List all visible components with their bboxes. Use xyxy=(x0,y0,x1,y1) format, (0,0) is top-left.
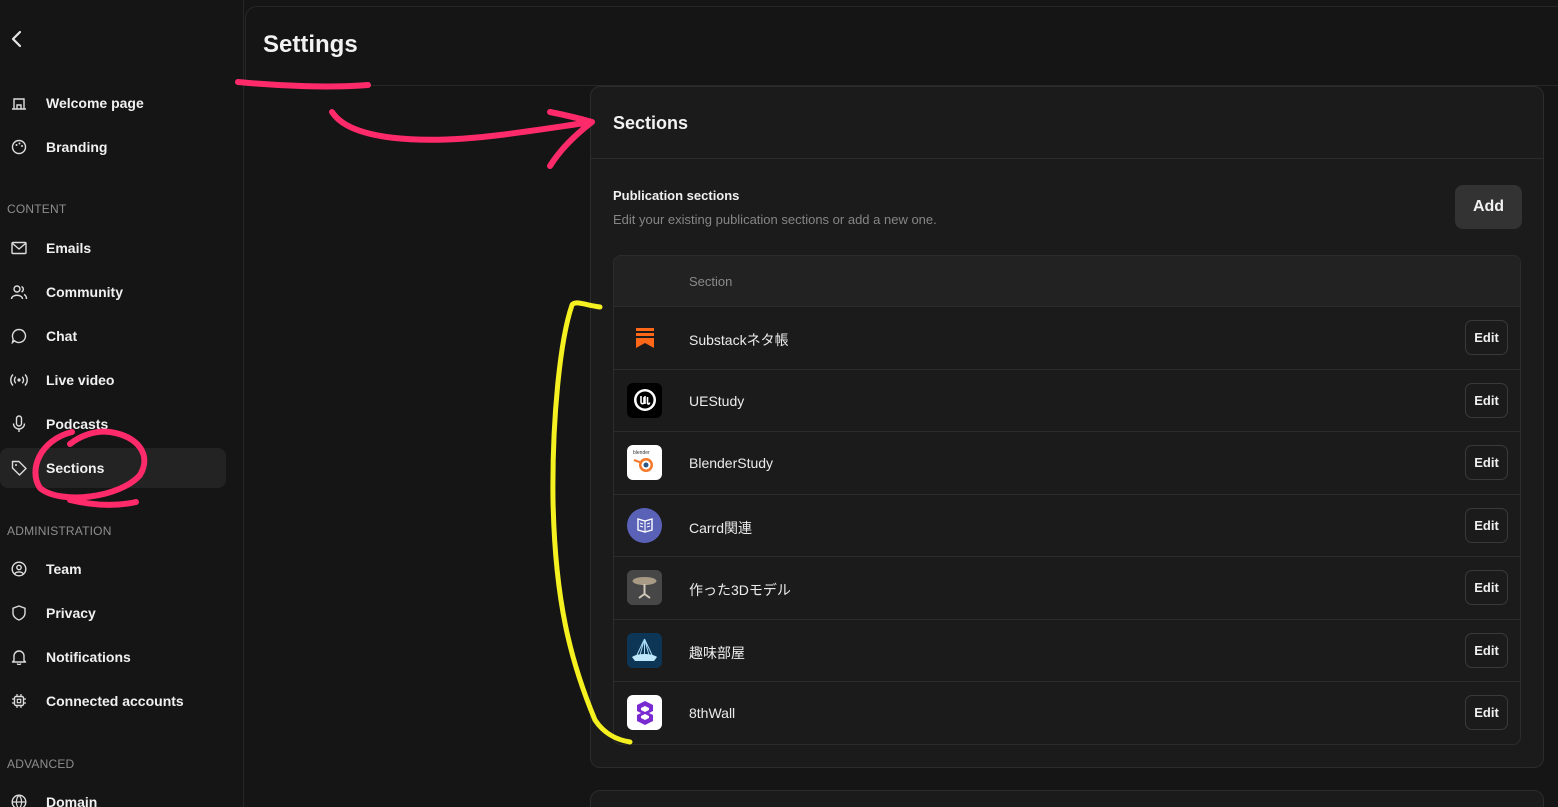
sidebar-item-label: Welcome page xyxy=(46,95,144,111)
users-icon xyxy=(10,283,28,301)
edit-button[interactable]: Edit xyxy=(1465,695,1508,730)
sidebar-item-emails[interactable]: Emails xyxy=(0,228,226,268)
column-header-section: Section xyxy=(689,274,733,289)
sidebar-item-sections[interactable]: Sections xyxy=(0,448,226,488)
next-settings-card xyxy=(590,790,1544,807)
section-name: UEStudy xyxy=(689,392,745,409)
sidebar-item-label: Notifications xyxy=(46,649,131,665)
shield-icon xyxy=(10,604,28,622)
settings-app: Welcome page Branding CONTENT Emails Com… xyxy=(0,0,1558,807)
sidebar-item-team[interactable]: Team xyxy=(0,549,226,589)
sidebar-item-chat[interactable]: Chat xyxy=(0,316,226,356)
microphone-icon xyxy=(10,415,28,433)
sidebar-item-label: Domain xyxy=(46,794,98,807)
section-name: Carrd関連 xyxy=(689,519,753,536)
publication-sections-description: Edit your existing publication sections … xyxy=(613,212,937,227)
sidebar-item-connected-accounts[interactable]: Connected accounts xyxy=(0,681,226,721)
pink-arrow-annotation xyxy=(329,109,595,169)
sidebar-item-label: Community xyxy=(46,284,123,300)
table-row[interactable]: Carrd関連 Edit xyxy=(614,495,1520,557)
divider xyxy=(591,158,1543,159)
blender-logo-icon: blender xyxy=(627,445,662,480)
sidebar-item-community[interactable]: Community xyxy=(0,272,226,312)
user-circle-icon xyxy=(10,560,28,578)
sections-card-title: Sections xyxy=(613,113,689,133)
sections-table: Section Substackネタ帳 Edit UEStudy Edit bl… xyxy=(613,255,1521,745)
sidebar-item-domain[interactable]: Domain xyxy=(0,782,226,807)
table-row[interactable]: UEStudy Edit xyxy=(614,370,1520,432)
sidebar-item-label: Podcasts xyxy=(46,416,109,432)
home-icon xyxy=(10,94,28,112)
sidebar-item-podcasts[interactable]: Podcasts xyxy=(0,404,226,444)
table-row[interactable]: 8thWall Edit xyxy=(614,682,1520,744)
tag-icon xyxy=(10,459,28,477)
top-bar: Settings xyxy=(245,6,1558,86)
chip-icon xyxy=(10,692,28,710)
globe-icon xyxy=(10,793,28,807)
table-row[interactable]: 趣味部屋 Edit xyxy=(614,620,1520,682)
section-name: 8thWall xyxy=(689,705,736,721)
sidebar-item-label: Sections xyxy=(46,460,105,476)
section-name: 趣味部屋 xyxy=(689,644,745,661)
table-model-thumbnail xyxy=(627,570,662,605)
sidebar-item-label: Connected accounts xyxy=(46,693,184,709)
sidebar-item-label: Branding xyxy=(46,139,108,155)
bell-icon xyxy=(10,648,28,666)
sections-card: Sections Publication sections Edit your … xyxy=(590,86,1544,768)
section-name: BlenderStudy xyxy=(689,455,774,471)
table-row[interactable]: blender BlenderStudy Edit xyxy=(614,432,1520,495)
publication-sections-title: Publication sections xyxy=(613,188,740,203)
advanced-section-header: ADVANCED xyxy=(7,757,75,771)
sidebar-item-label: Emails xyxy=(46,240,92,256)
sidebar-item-label: Live video xyxy=(46,372,115,388)
edit-button[interactable]: Edit xyxy=(1465,382,1508,418)
carrd-logo-icon xyxy=(627,507,662,543)
sidebar-item-notifications[interactable]: Notifications xyxy=(0,637,226,677)
edit-button[interactable]: Edit xyxy=(1465,632,1508,668)
add-section-button[interactable]: Add xyxy=(1455,185,1522,229)
palette-icon xyxy=(10,138,28,156)
back-button[interactable] xyxy=(6,28,28,50)
administration-section-header: ADMINISTRATION xyxy=(7,524,112,538)
sidebar-item-label: Team xyxy=(46,561,82,577)
section-name: 作った3Dモデル xyxy=(689,582,791,598)
content-section-header: CONTENT xyxy=(7,202,67,216)
edit-button[interactable]: Edit xyxy=(1465,320,1508,355)
edit-button[interactable]: Edit xyxy=(1465,570,1508,605)
table-row[interactable]: Substackネタ帳 Edit xyxy=(614,307,1520,370)
sidebar: Welcome page Branding CONTENT Emails Com… xyxy=(0,0,244,807)
sidebar-item-welcome-page[interactable]: Welcome page xyxy=(0,83,226,123)
sidebar-item-branding[interactable]: Branding xyxy=(0,127,226,167)
unreal-logo-icon xyxy=(627,382,662,418)
substack-logo-icon xyxy=(627,320,662,355)
chevron-left-icon xyxy=(11,30,22,48)
table-header: Section xyxy=(614,256,1520,307)
edit-button[interactable]: Edit xyxy=(1465,445,1508,480)
page-title: Settings xyxy=(263,31,358,58)
section-name: Substackネタ帳 xyxy=(689,332,789,348)
8thwall-logo-icon xyxy=(627,695,662,730)
sidebar-item-live-video[interactable]: Live video xyxy=(0,360,226,400)
sidebar-item-label: Chat xyxy=(46,328,78,344)
sidebar-item-label: Privacy xyxy=(46,605,96,621)
sidebar-item-privacy[interactable]: Privacy xyxy=(0,593,226,633)
svg-text:blender: blender xyxy=(633,450,650,456)
edit-button[interactable]: Edit xyxy=(1465,507,1508,543)
hobby-thumbnail xyxy=(627,632,662,668)
mail-icon xyxy=(10,239,28,257)
table-row[interactable]: 作った3Dモデル Edit xyxy=(614,557,1520,620)
chat-icon xyxy=(10,327,28,345)
broadcast-icon xyxy=(10,371,28,389)
